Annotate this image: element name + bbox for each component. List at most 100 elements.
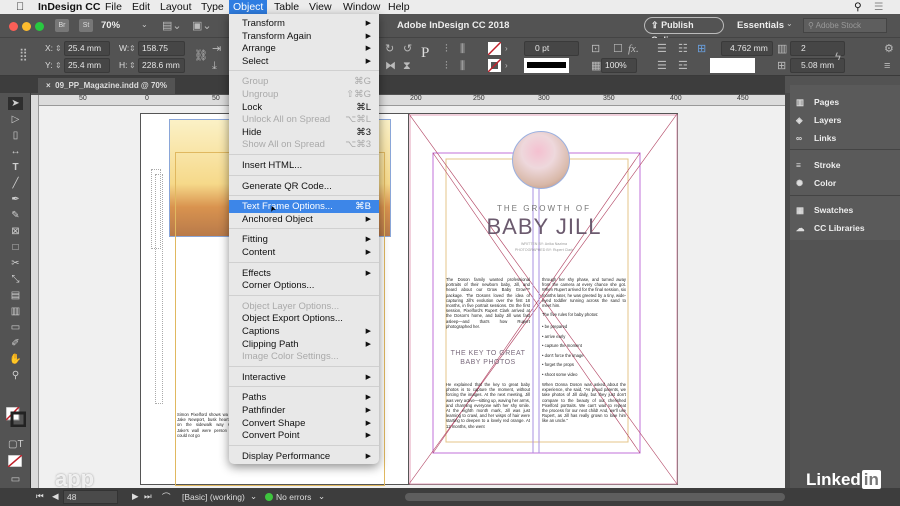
lightning-icon[interactable]: ϟ	[835, 51, 841, 63]
align-top-icon[interactable]: ☰	[657, 43, 667, 55]
y-field[interactable]: 25.4 mm	[64, 58, 110, 73]
right-page[interactable]: THE GROWTH OF BABY JILL WRITTEN BY: Anik…	[408, 113, 678, 485]
zoom-window-button[interactable]	[35, 22, 44, 31]
x-stepper[interactable]: ⇕	[55, 43, 62, 55]
vertical-ruler[interactable]	[31, 95, 39, 488]
preflight-chevron-icon[interactable]: ⌄	[318, 491, 325, 502]
first-page-icon[interactable]: ⏮	[36, 491, 44, 502]
menu-item-insert-html[interactable]: Insert HTML...	[229, 159, 379, 172]
menu-object[interactable]: Object	[229, 0, 268, 14]
rotate-ccw-icon[interactable]: ↺	[403, 43, 412, 55]
document-tab[interactable]: × 09_PP_Magazine.indd @ 70%	[38, 78, 175, 94]
close-tab-icon[interactable]: ×	[46, 81, 51, 90]
profile-chevron-icon[interactable]: ⌄	[250, 491, 257, 502]
hand-tool-icon[interactable]: ✋	[8, 353, 23, 366]
menu-edit[interactable]: Edit	[128, 0, 154, 14]
scale-x-icon[interactable]: ⇥	[212, 43, 221, 55]
inset-field[interactable]: 4.762 mm	[721, 41, 773, 56]
menu-item-clipping-path[interactable]: Clipping Path ▶	[229, 338, 379, 351]
formatting-container-icon[interactable]: ▢T	[8, 438, 24, 451]
menu-item-hide[interactable]: Hide ⌘3	[229, 126, 379, 139]
workspace-chevron-icon[interactable]: ⌄	[786, 19, 793, 28]
note-tool-icon[interactable]: ▭	[8, 321, 23, 334]
menu-layout[interactable]: Layout	[156, 0, 196, 14]
opacity-icon[interactable]: ▦	[591, 60, 601, 72]
stroke-swatch[interactable]	[488, 59, 501, 72]
menu-item-text-frame-options[interactable]: Text Frame Options... ⌘B	[229, 200, 379, 214]
w-stepper[interactable]: ⇕	[129, 43, 136, 55]
menu-type[interactable]: Type	[197, 0, 228, 14]
panel-color[interactable]: ✺ Color	[796, 178, 836, 189]
menu-item-paths[interactable]: Paths ▶	[229, 391, 379, 404]
menu-item-transform-again[interactable]: Transform Again ▶	[229, 30, 379, 43]
free-transform-tool-icon[interactable]: ⤡	[8, 273, 23, 286]
menu-indesign[interactable]: InDesign CC	[34, 0, 104, 14]
gap-tool-icon[interactable]: ↔	[8, 145, 23, 158]
bridge-button[interactable]: Br	[55, 19, 69, 32]
selection-tool-icon[interactable]: ➤	[8, 97, 23, 110]
effects-icon[interactable]: fx.	[628, 43, 639, 55]
proxy-p-icon[interactable]: P	[421, 46, 429, 61]
menu-item-fitting[interactable]: Fitting ▶	[229, 233, 379, 246]
preflight-status[interactable]: No errors	[276, 492, 311, 502]
flip-vertical-icon[interactable]: ⧗	[403, 60, 411, 72]
gradient-tool-icon[interactable]: ▤	[8, 289, 23, 302]
zoom-tool-icon[interactable]: ⚲	[8, 369, 23, 382]
gear-icon[interactable]: ⚙	[884, 43, 894, 55]
reference-point-icon[interactable]: ⣿	[19, 48, 28, 60]
notification-list-icon[interactable]: ☰	[870, 0, 887, 14]
type-tool-icon[interactable]: T	[8, 161, 23, 174]
preflight-profile[interactable]: [Basic] (working)	[182, 492, 245, 502]
baby-photo[interactable]	[512, 131, 570, 189]
panel-swatches[interactable]: ▦ Swatches	[796, 205, 853, 216]
constrain-proportions-icon[interactable]: ⛓	[194, 50, 208, 62]
menu-item-interactive[interactable]: Interactive ▶	[229, 371, 379, 384]
rectangle-tool-icon[interactable]: □	[8, 241, 23, 254]
screen-mode-icon[interactable]: ▭	[8, 473, 23, 486]
pencil-tool-icon[interactable]: ✎	[8, 209, 23, 222]
panel-layers[interactable]: ◈ Layers	[796, 115, 841, 126]
menu-item-convert-point[interactable]: Convert Point ▶	[229, 429, 379, 442]
menu-item-lock[interactable]: Lock ⌘L	[229, 101, 379, 114]
page-number-field[interactable]: 48	[63, 490, 118, 504]
menu-table[interactable]: Table	[270, 0, 303, 14]
menu-item-generate-qr-code[interactable]: Generate QR Code...	[229, 180, 379, 193]
direct-selection-tool-icon[interactable]: ▷	[8, 113, 23, 126]
y-stepper[interactable]: ⇕	[55, 60, 62, 72]
scale-y-icon[interactable]: ⤓	[212, 60, 217, 72]
close-window-button[interactable]	[9, 22, 18, 31]
flip-horizontal-icon[interactable]: ⧓	[385, 60, 396, 72]
workspace-switcher[interactable]: Essentials	[737, 20, 784, 31]
stroke-type-dropdown[interactable]	[524, 58, 569, 73]
document-canvas[interactable]: JA NE PO "FIRE IN T SKY" ALBU COVER WRIT…	[39, 106, 785, 488]
stock-button[interactable]: St	[79, 19, 93, 32]
publish-online-button[interactable]: ⇪ Publish Online	[644, 17, 724, 45]
adobe-stock-search[interactable]: ⚲ Adobe Stock	[803, 18, 887, 33]
height-field[interactable]: 228.6 mm	[138, 58, 185, 73]
menu-item-select[interactable]: Select ▶	[229, 55, 379, 68]
stroke-menu-chevron-icon[interactable]: ›	[505, 60, 508, 72]
align-v-icon[interactable]: ⫼	[460, 60, 465, 72]
scissors-tool-icon[interactable]: ✂	[8, 257, 23, 270]
zoom-level-field[interactable]: 70%	[101, 20, 120, 31]
menu-item-captions[interactable]: Captions ▶	[229, 325, 379, 338]
frame-icon[interactable]: ☐	[613, 43, 623, 55]
preflight-profile-icon[interactable]: ⌒	[162, 491, 171, 503]
align-bottom-icon[interactable]: ☲	[678, 60, 688, 72]
align-center-icon[interactable]: ☰	[657, 60, 667, 72]
menu-item-convert-shape[interactable]: Convert Shape ▶	[229, 417, 379, 430]
menu-item-display-performance[interactable]: Display Performance ▶	[229, 450, 379, 463]
line-tool-icon[interactable]: ╱	[8, 177, 23, 190]
distribute-v-icon[interactable]: ⫶	[445, 60, 448, 72]
previous-page-icon[interactable]: ◀	[52, 491, 59, 502]
rotate-cw-icon[interactable]: ↻	[385, 43, 394, 55]
panel-stroke[interactable]: ≡ Stroke	[796, 160, 840, 170]
menu-item-transform[interactable]: Transform ▶	[229, 17, 379, 30]
eyedropper-tool-icon[interactable]: ✐	[8, 337, 23, 350]
panel-links[interactable]: ∞ Links	[796, 133, 836, 143]
h-stepper[interactable]: ⇕	[129, 60, 136, 72]
fill-stroke-swatch[interactable]	[6, 407, 26, 427]
menu-item-corner-options[interactable]: Corner Options...	[229, 279, 379, 292]
menu-item-content[interactable]: Content ▶	[229, 246, 379, 259]
menu-file[interactable]: File	[101, 0, 126, 14]
